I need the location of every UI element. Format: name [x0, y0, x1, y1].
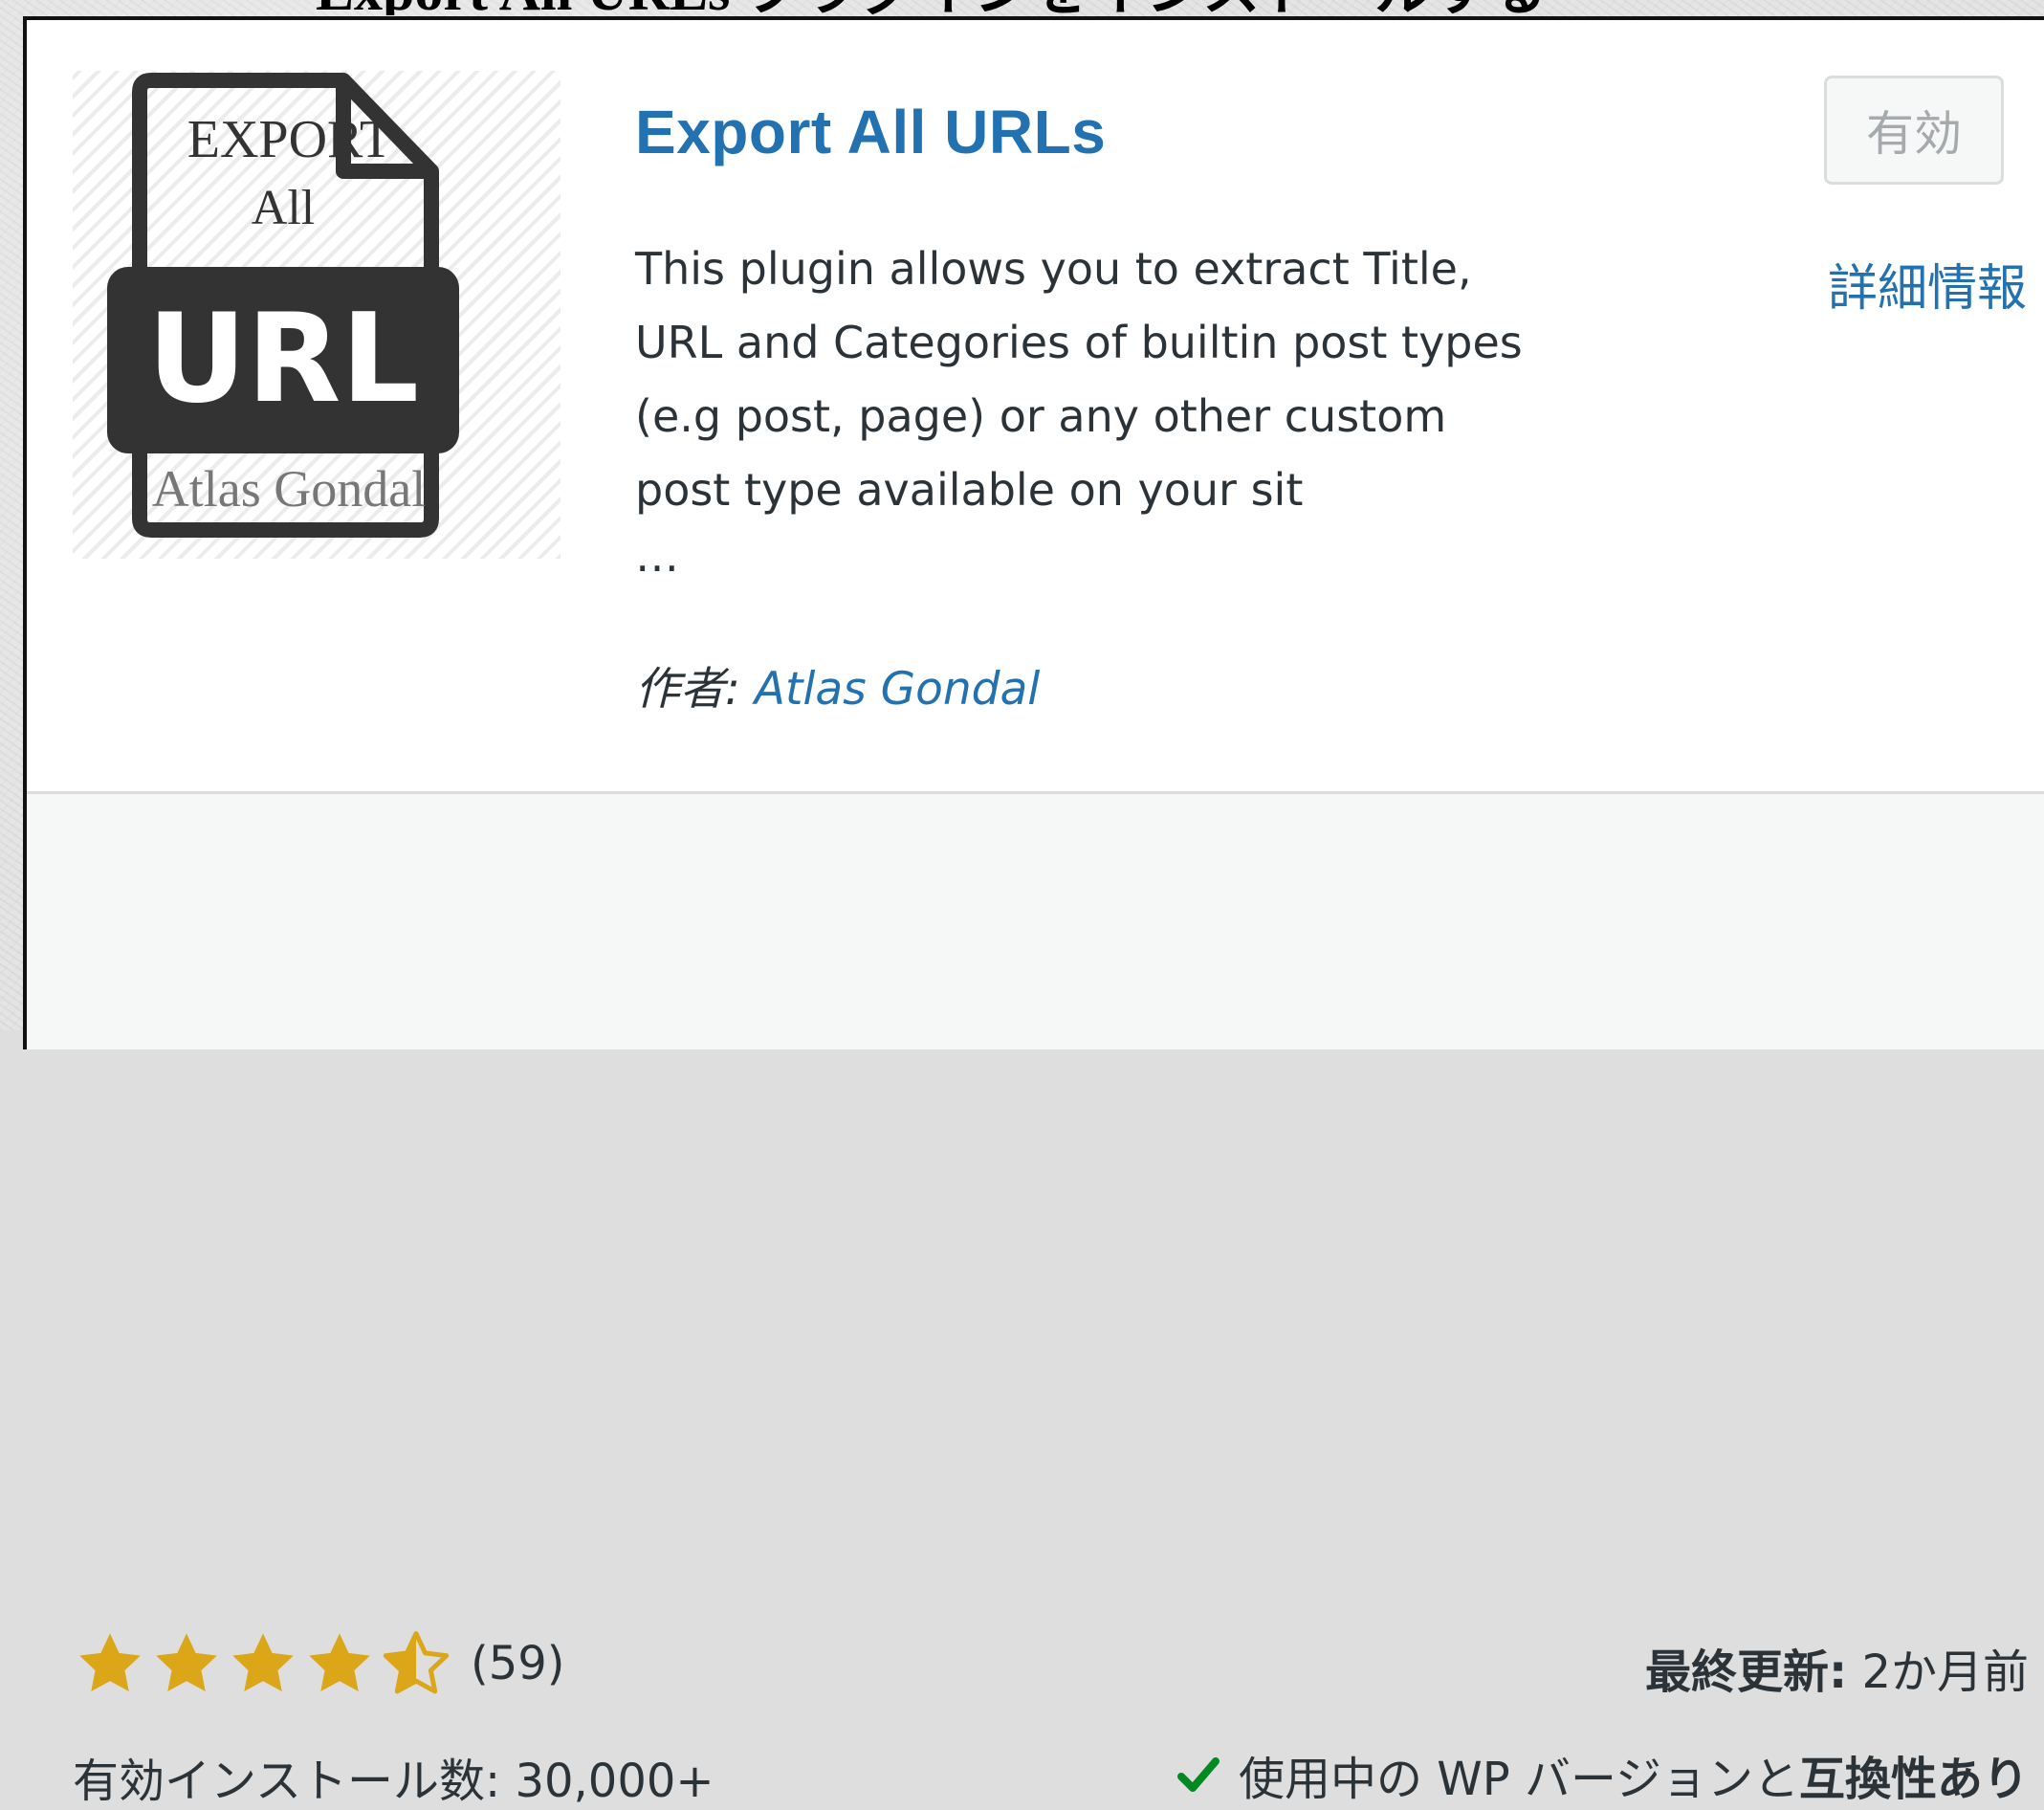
star-full-icon — [79, 1633, 141, 1691]
star-half-icon — [383, 1631, 450, 1694]
plugin-card-footer: (59) 有効インストール数: 30,000+ 最終更新: 2か月前 使用中の … — [27, 791, 2044, 1808]
export-all-url-file-icon: EXPORT All URL Atlas Gondal — [107, 73, 459, 538]
last-updated: 最終更新: 2か月前 — [1645, 1634, 2029, 1701]
cropped-page-heading: Export All URLs プラグインをインストールする — [316, 0, 1750, 15]
plugin-description-text: This plugin allows you to extract Title,… — [635, 243, 1523, 516]
rating-count: (59) — [471, 1637, 565, 1690]
check-icon — [1177, 1757, 1220, 1792]
plugin-description: This plugin allows you to extract Title,… — [635, 232, 1534, 585]
plugin-icon[interactable]: EXPORT All URL Atlas Gondal — [73, 71, 560, 559]
icon-export-text: EXPORT — [187, 110, 392, 169]
star-full-icon — [156, 1633, 217, 1691]
active-installs: 有効インストール数: 30,000+ — [73, 1755, 714, 1808]
compat-status: 互換性あり — [1798, 1753, 2029, 1806]
star-full-icon — [232, 1633, 294, 1691]
star-full-icon — [309, 1633, 370, 1691]
plugin-card: EXPORT All URL Atlas Gondal Export All U… — [23, 16, 2044, 1808]
last-updated-label: 最終更新: — [1644, 1645, 1848, 1699]
author-label: 作者: — [635, 663, 740, 716]
star-rating: (59) — [75, 1628, 565, 1699]
plugin-card-top: EXPORT All URL Atlas Gondal Export All U… — [27, 20, 2044, 791]
activate-button-disabled[interactable]: 有効 — [1824, 76, 2004, 185]
compatibility-status: 使用中の WP バージョンと 互換性あり — [1176, 1741, 2029, 1808]
plugin-author: 作者: Atlas Gondal — [635, 651, 1040, 717]
compat-prefix: 使用中の WP バージョンと — [1239, 1753, 1799, 1806]
icon-url-text: URL — [147, 288, 419, 430]
plugin-title-link[interactable]: Export All URLs — [635, 97, 1106, 167]
icon-all-text: All — [252, 181, 315, 235]
icon-author-text: Atlas Gondal — [152, 460, 426, 518]
last-updated-value: 2か月前 — [1861, 1645, 2029, 1699]
more-details-link[interactable]: 詳細情報 — [1828, 248, 2027, 320]
author-link[interactable]: Atlas Gondal — [755, 663, 1041, 716]
plugin-description-ellipsis: … — [635, 530, 679, 582]
